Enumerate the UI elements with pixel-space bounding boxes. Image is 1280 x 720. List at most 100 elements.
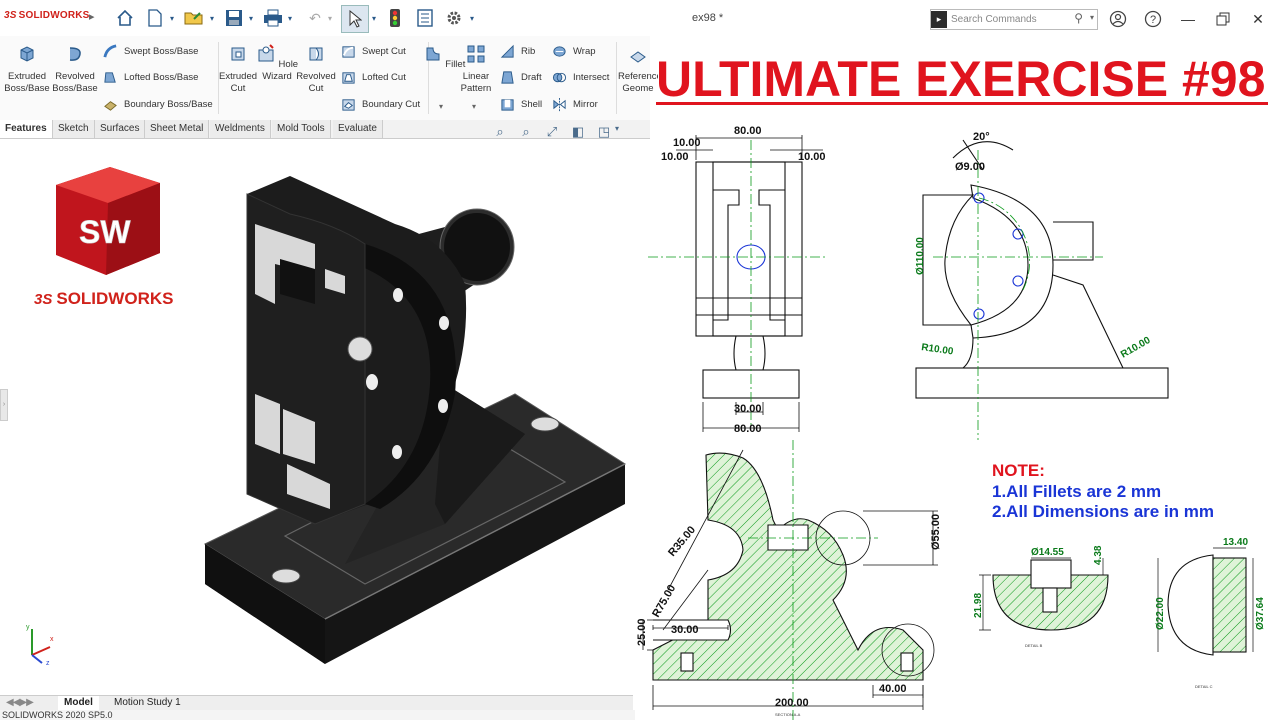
base-hole-left <box>271 568 301 584</box>
tab-features[interactable]: Features <box>0 120 53 138</box>
lofted-boss-button[interactable]: Lofted Boss/Base <box>103 66 198 88</box>
extruded-boss-icon <box>20 46 34 62</box>
draft-label: Draft <box>521 71 542 83</box>
help-icon[interactable]: ? <box>1143 9 1163 29</box>
part-3d-model[interactable] <box>195 164 635 674</box>
swept-cut-label: Swept Cut <box>362 45 406 57</box>
minimize-icon[interactable]: — <box>1178 9 1198 29</box>
svg-text:DETAIL C: DETAIL C <box>1195 684 1213 689</box>
graphics-area[interactable]: › SW 3S SOLIDWORKS x y z <box>0 139 633 695</box>
intersect-button[interactable]: Intersect <box>552 66 609 88</box>
lofted-boss-icon <box>104 71 116 83</box>
search-dropdown-icon[interactable]: ▾ <box>1090 13 1094 22</box>
revolved-boss-button[interactable]: Revolved Boss/Base <box>51 44 99 95</box>
linear-pattern-label: Linear Pattern <box>460 71 492 94</box>
tab-motion-study[interactable]: Motion Study 1 <box>108 696 187 710</box>
svg-text:DETAIL B: DETAIL B <box>1025 643 1043 648</box>
lofted-cut-button[interactable]: Lofted Cut <box>341 66 406 88</box>
tab-surfaces[interactable]: Surfaces <box>95 120 146 138</box>
select-dropdown-icon[interactable]: ▾ <box>369 6 379 30</box>
swept-cut-button[interactable]: Swept Cut <box>341 40 406 62</box>
tab-model[interactable]: Model <box>58 696 99 710</box>
note-line-1: 1.All Fillets are 2 mm <box>992 482 1162 501</box>
extruded-cut-icon <box>231 47 245 61</box>
new-dropdown-icon[interactable]: ▾ <box>167 6 177 30</box>
svg-text:x: x <box>50 636 54 643</box>
undo-dropdown-icon[interactable]: ▾ <box>325 6 335 30</box>
solidworks-word: SOLIDWORKS <box>56 289 174 308</box>
select-pointer-icon[interactable] <box>341 5 369 33</box>
tab-sheet-metal[interactable]: Sheet Metal <box>145 120 210 138</box>
draft-button[interactable]: Draft <box>500 66 542 88</box>
intersect-label: Intersect <box>573 71 610 83</box>
detail-c-view <box>1167 554 1247 656</box>
swept-cut-icon <box>342 45 355 58</box>
reference-geometry-icon <box>630 51 646 63</box>
print-icon[interactable] <box>262 6 284 30</box>
home-icon[interactable] <box>114 6 136 30</box>
dim-w1340: 13.40 <box>1223 537 1248 548</box>
dim-top-width: 80.00 <box>734 125 762 137</box>
tab-weldments[interactable]: Weldments <box>210 120 271 138</box>
ribbon-separator <box>616 42 617 114</box>
search-icon[interactable]: ⚲ <box>1074 11 1083 25</box>
ds-mark-icon: 3S <box>34 291 53 308</box>
extruded-cut-label: Extruded Cut <box>218 71 258 94</box>
options-dropdown-icon[interactable]: ▾ <box>467 6 477 30</box>
boundary-cut-button[interactable]: Boundary Cut <box>341 93 420 115</box>
rib-button[interactable]: Rib <box>500 40 535 62</box>
extruded-boss-button[interactable]: Extruded Boss/Base <box>3 44 51 95</box>
wrap-button[interactable]: Wrap <box>552 40 596 62</box>
linear-pattern-button[interactable]: Linear Pattern <box>452 44 500 95</box>
search-mode-icon[interactable]: ▸ <box>931 11 947 28</box>
open-dropdown-icon[interactable]: ▾ <box>207 6 217 30</box>
intersect-icon <box>552 72 567 82</box>
mirror-label: Mirror <box>573 98 598 110</box>
pattern-dropdown-icon[interactable]: ▾ <box>472 102 476 111</box>
exercise-banner-title: ULTIMATE EXERCISE #98 <box>656 51 1266 107</box>
status-bar: SOLIDWORKS 2020 SP5.0 <box>0 710 635 720</box>
reference-geometry-button[interactable]: Reference Geome <box>618 44 658 95</box>
draft-icon <box>501 70 514 84</box>
mirror-button[interactable]: Mirror <box>552 93 598 115</box>
tab-mold-tools[interactable]: Mold Tools <box>272 120 331 138</box>
menu-expand-icon[interactable]: ▸ <box>89 10 95 23</box>
revolved-boss-icon <box>69 47 81 61</box>
open-folder-icon[interactable] <box>182 6 206 30</box>
base-hole-right <box>530 416 560 432</box>
tab-evaluate[interactable]: Evaluate <box>333 120 383 138</box>
dim-d22: Ø22.00 <box>1155 597 1166 630</box>
shell-label: Shell <box>521 98 543 110</box>
tab-scroll-arrows-icon[interactable]: ◀◀▶▶ <box>0 696 39 710</box>
tab-sketch[interactable]: Sketch <box>53 120 95 138</box>
dim-dia55: Ø55.00 <box>930 514 942 550</box>
svg-text:?: ? <box>1150 14 1156 26</box>
boundary-boss-button[interactable]: Boundary Boss/Base <box>103 93 213 115</box>
new-document-icon[interactable] <box>144 6 166 30</box>
rebuild-traffic-light-icon[interactable] <box>386 6 404 30</box>
solidworks-logo: 3S SOLIDWORKS <box>4 10 90 21</box>
hole-wizard-icon <box>258 44 274 62</box>
save-dropdown-icon[interactable]: ▾ <box>246 6 256 30</box>
save-icon[interactable] <box>223 6 245 30</box>
shell-button[interactable]: Shell <box>500 93 542 115</box>
swept-boss-button[interactable]: Swept Boss/Base <box>103 40 198 62</box>
dim-left-offset-2: 10.00 <box>661 151 689 163</box>
user-account-icon[interactable] <box>1108 9 1128 29</box>
fillet-dropdown-icon[interactable]: ▾ <box>439 102 443 111</box>
revolved-cut-button[interactable]: Revolved Cut <box>292 44 340 95</box>
options-gear-icon[interactable] <box>443 6 465 30</box>
search-commands-field[interactable]: ▸ Search Commands ⚲ ▾ <box>930 9 1098 30</box>
sw-letter-s: SW <box>79 214 131 250</box>
linear-pattern-icon <box>467 45 485 63</box>
dim-angle: 20° <box>973 131 990 143</box>
panel-expand-handle[interactable]: › <box>0 389 8 421</box>
undo-icon[interactable]: ↶ <box>305 6 325 30</box>
file-properties-icon[interactable] <box>414 6 436 30</box>
print-dropdown-icon[interactable]: ▾ <box>285 6 295 30</box>
restore-icon[interactable] <box>1213 9 1233 29</box>
dim-bottom-inner: 30.00 <box>734 403 762 415</box>
fillet-icon <box>426 47 440 61</box>
dim-big-dia: Ø110.00 <box>915 237 926 275</box>
close-icon[interactable]: ✕ <box>1248 9 1268 29</box>
